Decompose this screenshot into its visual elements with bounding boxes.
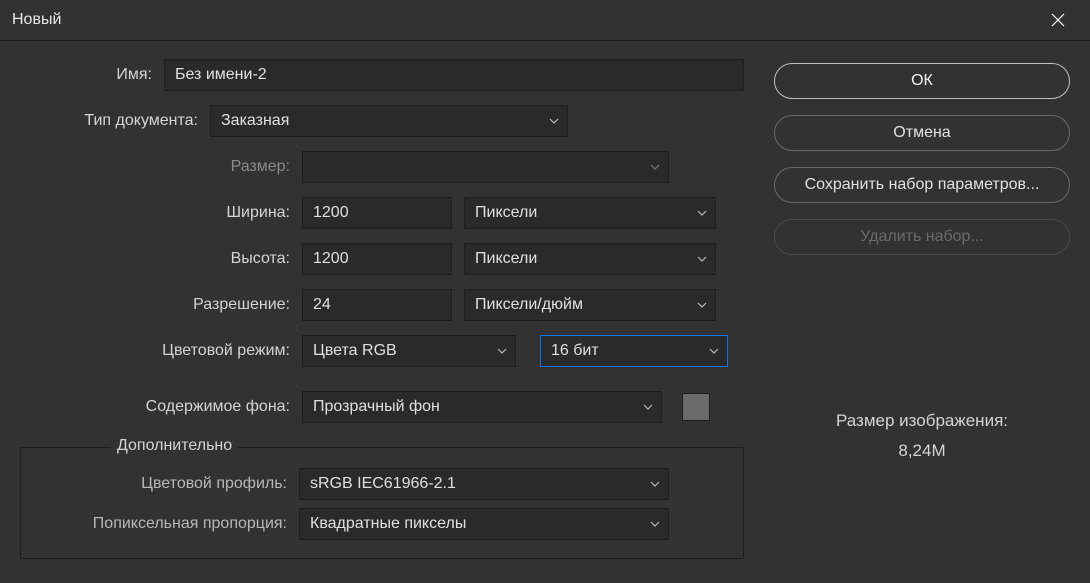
width-unit-value: Пиксели [475,204,537,222]
bit-depth-select[interactable]: 16 бит [540,335,728,367]
doc-type-select[interactable]: Заказная [210,105,568,137]
color-mode-select[interactable]: Цвета RGB [302,335,516,367]
save-preset-button[interactable]: Сохранить набор параметров... [774,167,1070,203]
image-size-label: Размер изображения: [774,411,1070,431]
dialog-title: Новый [12,11,61,29]
pixel-aspect-value: Квадратные пикселы [310,515,466,533]
size-label: Размер: [20,158,290,176]
advanced-group: Дополнительно Цветовой профиль: sRGB IEC… [20,447,744,559]
color-profile-value: sRGB IEC61966-2.1 [310,475,456,493]
image-size-value: 8,24M [774,441,1070,461]
close-button[interactable] [1038,0,1078,40]
doc-type-label: Тип документа: [20,112,198,130]
chevron-down-icon [643,404,653,410]
chevron-down-icon [650,521,660,527]
color-mode-label: Цветовой режим: [20,342,290,360]
color-profile-select[interactable]: sRGB IEC61966-2.1 [299,468,669,500]
width-label: Ширина: [20,204,290,222]
background-color-swatch[interactable] [682,393,710,421]
name-input[interactable] [164,59,744,91]
background-label: Содержимое фона: [20,398,290,416]
ok-button[interactable]: ОК [774,63,1070,99]
advanced-legend: Дополнительно [111,437,238,455]
pixel-aspect-select[interactable]: Квадратные пикселы [299,508,669,540]
height-input[interactable] [302,243,452,275]
chevron-down-icon [697,256,707,262]
resolution-unit-value: Пиксели/дюйм [475,296,583,314]
height-unit-select[interactable]: Пиксели [464,243,716,275]
color-profile-label: Цветовой профиль: [31,475,287,493]
resolution-unit-select[interactable]: Пиксели/дюйм [464,289,716,321]
height-unit-value: Пиксели [475,250,537,268]
resolution-label: Разрешение: [20,296,290,314]
close-icon [1051,13,1065,27]
name-label: Имя: [20,66,152,84]
chevron-down-icon [497,348,507,354]
size-select[interactable] [302,151,669,183]
chevron-down-icon [650,481,660,487]
pixel-aspect-label: Попиксельная пропорция: [31,515,287,533]
image-size-info: Размер изображения: 8,24M [774,411,1070,461]
background-select[interactable]: Прозрачный фон [302,391,662,423]
chevron-down-icon [697,210,707,216]
bit-depth-value: 16 бит [551,342,599,360]
chevron-down-icon [650,164,660,170]
height-label: Высота: [20,250,290,268]
width-input[interactable] [302,197,452,229]
cancel-button[interactable]: Отмена [774,115,1070,151]
chevron-down-icon [697,302,707,308]
color-mode-value: Цвета RGB [313,342,397,360]
titlebar: Новый [0,0,1090,40]
chevron-down-icon [709,348,719,354]
delete-preset-button: Удалить набор... [774,219,1070,255]
background-value: Прозрачный фон [313,398,440,416]
chevron-down-icon [549,118,559,124]
width-unit-select[interactable]: Пиксели [464,197,716,229]
resolution-input[interactable] [302,289,452,321]
doc-type-value: Заказная [221,112,289,130]
